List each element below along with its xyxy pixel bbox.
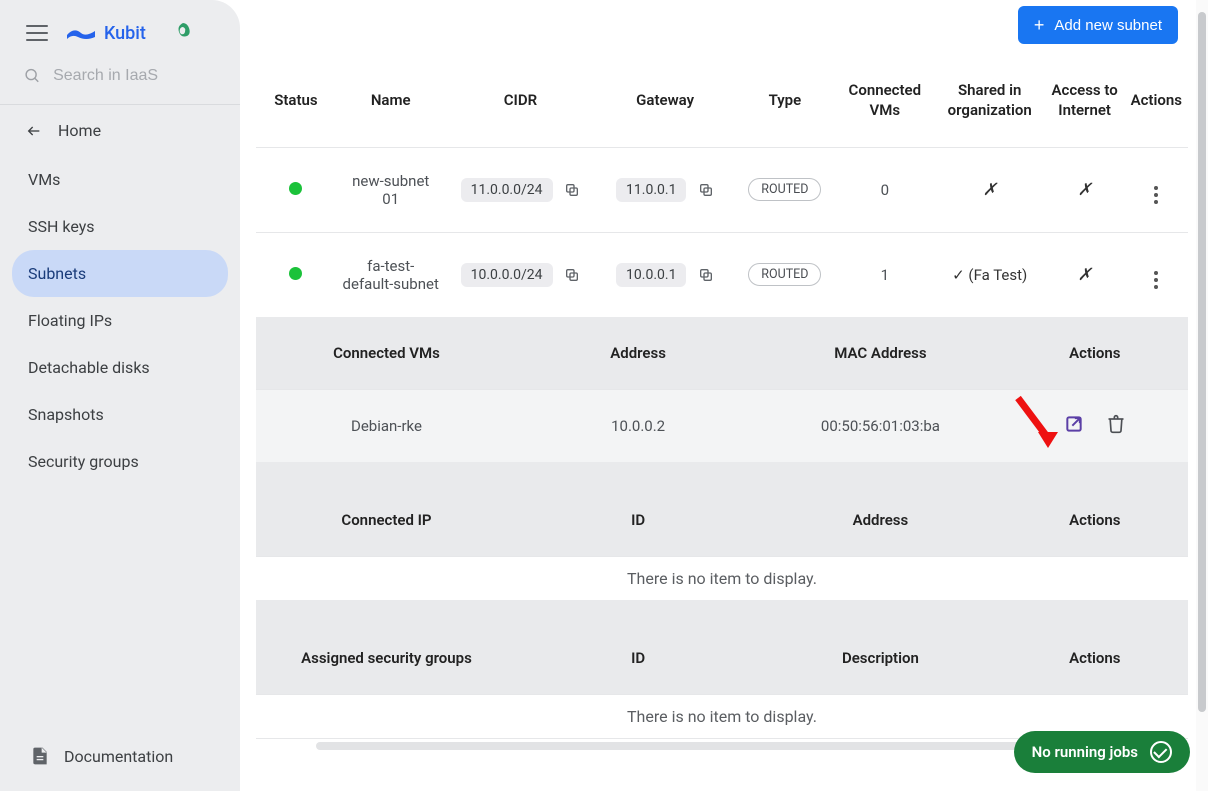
dv-col-address: Address (517, 317, 759, 390)
cell-gateway: 10.0.0.1 (616, 263, 686, 287)
col-gateway: Gateway (595, 54, 735, 147)
cell-cidr: 11.0.0.0/24 (461, 178, 553, 202)
cell-connected-vms: 1 (835, 232, 935, 317)
documentation-link[interactable]: Documentation (0, 727, 240, 791)
row-actions-menu[interactable] (1154, 186, 1158, 204)
nav-item-vms[interactable]: VMs (12, 156, 228, 203)
row-actions-menu[interactable] (1154, 271, 1158, 289)
cell-type: ROUTED (748, 263, 821, 286)
cell-connected-vms: 0 (835, 147, 935, 232)
secondary-logo-icon (174, 22, 192, 44)
security-groups-table: Assigned security groups ID Description … (256, 622, 1188, 738)
scrollbar-thumb[interactable] (1198, 12, 1206, 712)
search-row[interactable] (0, 62, 240, 105)
connected-vm-row: Debian-rke 10.0.0.2 00:50:56:01:03:ba (256, 389, 1188, 462)
nav-item-subnets[interactable]: Subnets (12, 250, 228, 297)
subnet-row[interactable]: fa-test-default-subnet 10.0.0.0/24 10.0.… (256, 232, 1188, 317)
cell-shared: ✗ (983, 180, 997, 199)
open-external-icon[interactable] (1064, 414, 1084, 438)
copy-icon[interactable] (564, 182, 580, 198)
nav-item-detachable-disks[interactable]: Detachable disks (12, 344, 228, 391)
cell-internet: ✗ (1077, 180, 1091, 199)
dv-cell-mac: 00:50:56:01:03:ba (759, 389, 1001, 462)
cell-shared: ✓ (Fa Test) (952, 266, 1027, 284)
di-col-address: Address (759, 484, 1001, 557)
copy-icon[interactable] (698, 267, 714, 283)
nav-item-ssh-keys[interactable]: SSH keys (12, 203, 228, 250)
nav-item-floating-ips[interactable]: Floating IPs (12, 297, 228, 344)
nav-item-snapshots[interactable]: Snapshots (12, 391, 228, 438)
subnet-row[interactable]: new-subnet 01 11.0.0.0/24 11.0.0.1 ROUTE (256, 147, 1188, 232)
ds-col-actions: Actions (1002, 622, 1188, 695)
subnet-detail-panel: Connected VMs Address MAC Address Action… (256, 317, 1188, 739)
check-circle-icon (1150, 741, 1172, 763)
cell-name: new-subnet 01 (336, 147, 446, 232)
copy-icon[interactable] (698, 182, 714, 198)
home-label: Home (58, 121, 101, 140)
cell-name: fa-test-default-subnet (336, 232, 446, 317)
documentation-label: Documentation (64, 747, 173, 766)
trash-icon[interactable] (1106, 414, 1126, 438)
status-dot-icon (289, 267, 302, 280)
col-connected-vms: Connected VMs (835, 54, 935, 147)
dv-col-name: Connected VMs (256, 317, 517, 390)
jobs-label: No running jobs (1032, 743, 1138, 761)
status-dot-icon (289, 182, 302, 195)
dv-col-actions: Actions (1002, 317, 1188, 390)
ds-col-desc: Description (759, 622, 1001, 695)
di-col-actions: Actions (1002, 484, 1188, 557)
dv-cell-address: 10.0.0.2 (517, 389, 759, 462)
col-status: Status (256, 54, 336, 147)
col-actions: Actions (1125, 54, 1188, 147)
cell-gateway: 11.0.0.1 (616, 178, 686, 202)
cell-type: ROUTED (748, 178, 821, 201)
subnets-table: Status Name CIDR Gateway Type Connected … (256, 54, 1188, 738)
add-subnet-label: Add new subnet (1054, 17, 1162, 34)
plus-icon: + (1034, 16, 1045, 34)
brand-logo[interactable]: Kubit (66, 23, 146, 44)
copy-icon[interactable] (564, 267, 580, 283)
menu-icon[interactable] (26, 25, 48, 41)
di-col-name: Connected IP (256, 484, 517, 557)
cell-cidr: 10.0.0.0/24 (461, 263, 553, 287)
dv-cell-name: Debian-rke (256, 389, 517, 462)
ds-col-id: ID (517, 622, 759, 695)
cell-internet: ✗ (1077, 265, 1091, 284)
nav-item-security-groups[interactable]: Security groups (12, 438, 228, 485)
nav-list: VMs SSH keys Subnets Floating IPs Detach… (0, 156, 240, 485)
connected-ip-table: Connected IP ID Address Actions There is… (256, 484, 1188, 622)
col-name: Name (336, 54, 446, 147)
vertical-scrollbar[interactable] (1196, 0, 1208, 791)
arrow-left-icon (24, 123, 44, 139)
search-icon (24, 66, 41, 86)
document-icon (30, 745, 50, 767)
main-area: + Add new subnet Status Name CIDR Gatewa… (256, 0, 1188, 791)
search-input[interactable] (53, 67, 224, 85)
home-breadcrumb[interactable]: Home (0, 105, 240, 156)
dv-col-mac: MAC Address (759, 317, 1001, 390)
connected-vms-table: Connected VMs Address MAC Address Action… (256, 317, 1188, 484)
col-cidr: CIDR (446, 54, 596, 147)
di-col-id: ID (517, 484, 759, 557)
ds-col-name: Assigned security groups (256, 622, 517, 695)
col-internet: Access to Internet (1045, 54, 1125, 147)
brand-name: Kubit (104, 23, 146, 44)
add-subnet-button[interactable]: + Add new subnet (1018, 6, 1178, 44)
connected-ip-empty: There is no item to display. (256, 557, 1188, 601)
col-shared: Shared in organization (935, 54, 1045, 147)
jobs-status-badge[interactable]: No running jobs (1014, 731, 1190, 773)
sidebar: Kubit Home VMs SSH keys Subnets Floating… (0, 0, 240, 791)
col-type: Type (735, 54, 835, 147)
